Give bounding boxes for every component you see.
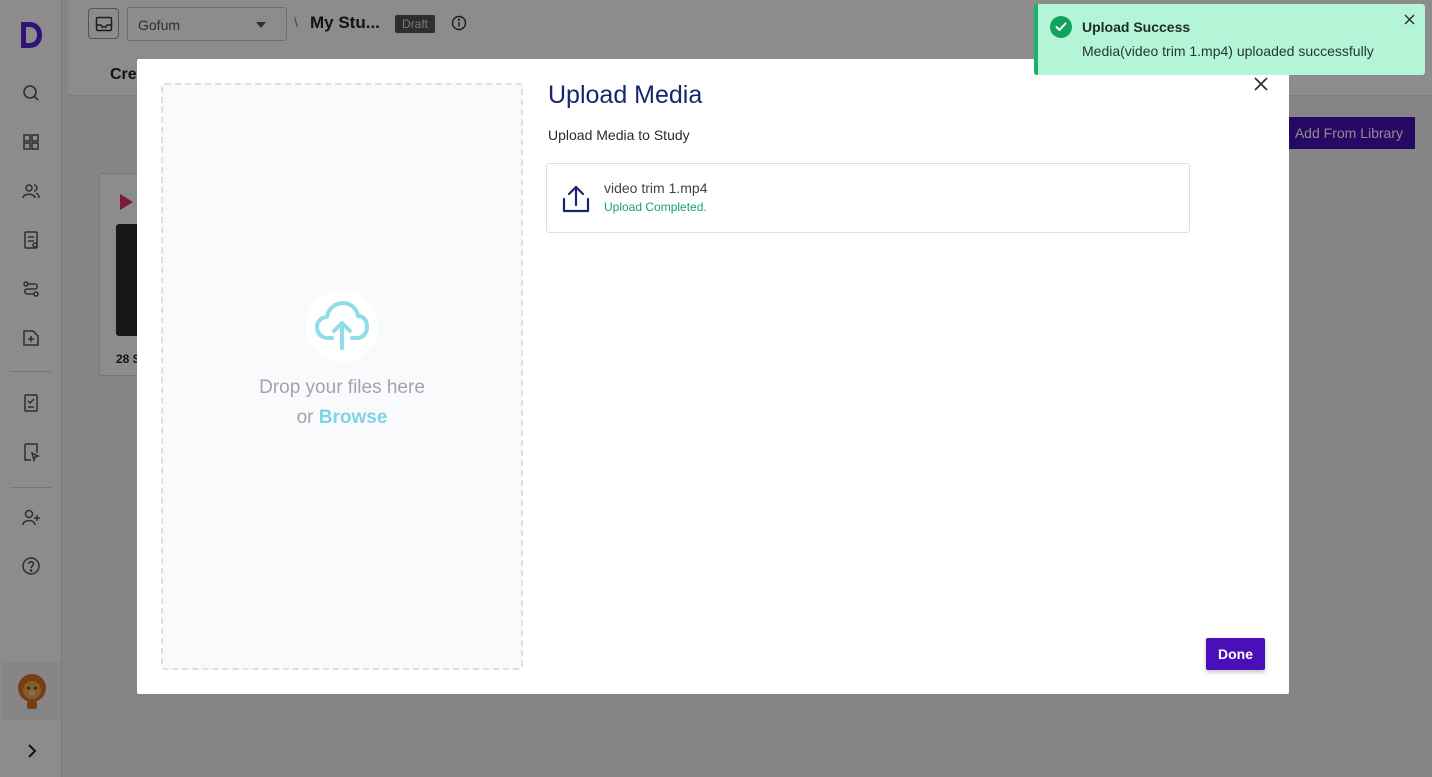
upload-success-toast: Upload Success Media(video trim 1.mp4) u… <box>1034 4 1425 75</box>
close-icon <box>1254 77 1268 91</box>
done-button[interactable]: Done <box>1206 638 1265 670</box>
dropzone-browse-line: or Browse <box>163 407 521 429</box>
toast-title: Upload Success <box>1082 19 1191 35</box>
upload-media-modal: Drop your files here or Browse Upload Me… <box>137 59 1289 694</box>
browse-link[interactable]: Browse <box>319 407 388 428</box>
dropzone-instructions: Drop your files here <box>259 377 425 398</box>
close-icon <box>1403 13 1415 25</box>
check-circle-icon <box>1050 16 1072 38</box>
upload-status: Upload Completed. <box>604 200 707 214</box>
file-name: video trim 1.mp4 <box>604 180 708 196</box>
toast-message: Media(video trim 1.mp4) uploaded success… <box>1082 43 1374 59</box>
file-dropzone[interactable]: Drop your files here or Browse <box>161 83 523 670</box>
upload-icon <box>562 185 590 213</box>
toast-close-button[interactable] <box>1401 11 1417 27</box>
dropzone-or-text: or <box>296 407 314 428</box>
modal-title: Upload Media <box>548 81 703 109</box>
cloud-upload-icon <box>306 290 378 362</box>
close-modal-button[interactable] <box>1251 74 1271 94</box>
upload-file-item: video trim 1.mp4 Upload Completed. <box>546 163 1190 233</box>
modal-subtitle: Upload Media to Study <box>548 127 690 143</box>
